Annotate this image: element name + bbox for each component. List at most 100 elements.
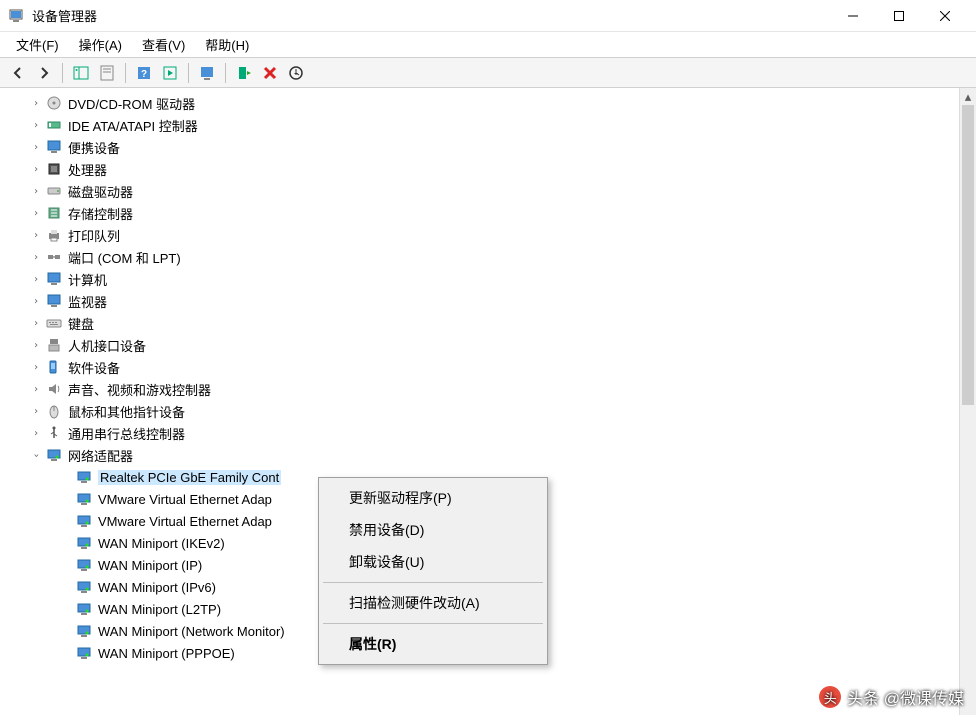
properties-button[interactable]	[95, 61, 119, 85]
tree-item-label: 监视器	[68, 292, 107, 311]
expander-icon[interactable]: ›	[30, 252, 42, 263]
tree-item[interactable]: ›人机接口设备	[0, 334, 959, 356]
net-icon	[76, 579, 92, 595]
net-icon	[76, 469, 92, 485]
tree-item[interactable]: › 计算机	[0, 268, 959, 290]
tree-item[interactable]: › IDE ATA/ATAPI 控制器	[0, 114, 959, 136]
ctx-disable-device[interactable]: 禁用设备(D)	[321, 514, 545, 546]
scroll-thumb[interactable]	[962, 105, 974, 405]
ctx-scan-hardware[interactable]: 扫描检测硬件改动(A)	[321, 587, 545, 619]
tree-item[interactable]: ›键盘	[0, 312, 959, 334]
forward-button[interactable]	[32, 61, 56, 85]
ctx-separator	[323, 623, 543, 624]
hid-icon	[46, 337, 62, 353]
net-icon	[76, 601, 92, 617]
ctx-update-driver[interactable]: 更新驱动程序(P)	[321, 482, 545, 514]
action-button[interactable]	[158, 61, 182, 85]
tree-item-network[interactable]: › 网络适配器	[0, 444, 959, 466]
monitor-icon	[46, 271, 62, 287]
mouse-icon	[46, 403, 62, 419]
tree-item-label: WAN Miniport (IP)	[98, 558, 202, 573]
toolbar-separator	[225, 63, 226, 83]
scroll-up-arrow[interactable]: ▴	[960, 88, 976, 105]
tree-item-label: 计算机	[68, 270, 107, 289]
keyboard-icon	[46, 315, 62, 331]
expander-icon[interactable]: ›	[30, 230, 42, 241]
enable-device-button[interactable]	[232, 61, 256, 85]
storage-icon	[46, 205, 62, 221]
tree-item[interactable]: › 磁盘驱动器	[0, 180, 959, 202]
tree-item-label: IDE ATA/ATAPI 控制器	[68, 116, 198, 135]
expander-icon[interactable]: ›	[30, 384, 42, 395]
expander-icon[interactable]: ›	[30, 164, 42, 175]
show-hide-tree-button[interactable]	[69, 61, 93, 85]
net-icon	[76, 535, 92, 551]
expander-icon[interactable]: ›	[30, 274, 42, 285]
tree-item-label: 通用串行总线控制器	[68, 424, 185, 443]
net-icon	[76, 557, 92, 573]
tree-item[interactable]: › 存储控制器	[0, 202, 959, 224]
tree-item[interactable]: › 鼠标和其他指针设备	[0, 400, 959, 422]
tree-item[interactable]: › 端口 (COM 和 LPT)	[0, 246, 959, 268]
tree-item[interactable]: › 通用串行总线控制器	[0, 422, 959, 444]
disc-icon	[46, 95, 62, 111]
back-button[interactable]	[6, 61, 30, 85]
expander-icon[interactable]: ›	[30, 98, 42, 109]
tree-item-label: VMware Virtual Ethernet Adap	[98, 492, 272, 507]
tree-item[interactable]: ›DVD/CD-ROM 驱动器	[0, 92, 959, 114]
expander-icon[interactable]: ›	[30, 340, 42, 351]
tree-item-label: WAN Miniport (IKEv2)	[98, 536, 225, 551]
tree-item-label: 网络适配器	[68, 446, 133, 465]
tree-item[interactable]: › 监视器	[0, 290, 959, 312]
expander-icon[interactable]: ›	[30, 406, 42, 417]
expander-icon[interactable]: ›	[30, 186, 42, 197]
expander-icon[interactable]: ›	[31, 449, 42, 461]
ctx-properties[interactable]: 属性(R)	[321, 628, 545, 660]
printer-icon	[46, 227, 62, 243]
close-button[interactable]	[922, 0, 968, 32]
expander-icon[interactable]: ›	[30, 428, 42, 439]
tree-item[interactable]: › 软件设备	[0, 356, 959, 378]
menu-view[interactable]: 查看(V)	[134, 33, 193, 56]
titlebar: 设备管理器	[0, 0, 976, 32]
expander-icon[interactable]: ›	[30, 120, 42, 131]
menu-file[interactable]: 文件(F)	[8, 33, 67, 56]
toolbar-separator	[62, 63, 63, 83]
expander-icon[interactable]: ›	[30, 318, 42, 329]
menu-help[interactable]: 帮助(H)	[197, 33, 257, 56]
scan-button[interactable]	[284, 61, 308, 85]
uninstall-button[interactable]	[258, 61, 282, 85]
vertical-scrollbar[interactable]: ▴	[959, 88, 976, 715]
help-button[interactable]: ?	[132, 61, 156, 85]
tree-item-label: 端口 (COM 和 LPT)	[68, 248, 181, 267]
tree-item-label: VMware Virtual Ethernet Adap	[98, 514, 272, 529]
ctx-uninstall-device[interactable]: 卸载设备(U)	[321, 546, 545, 578]
update-driver-button[interactable]	[195, 61, 219, 85]
tree-item[interactable]: ›便携设备	[0, 136, 959, 158]
tree-item-label: 打印队列	[68, 226, 120, 245]
monitor-icon	[46, 139, 62, 155]
maximize-button[interactable]	[876, 0, 922, 32]
tree-item-label: 磁盘驱动器	[68, 182, 133, 201]
tree-item-label: 鼠标和其他指针设备	[68, 402, 185, 421]
toolbar-separator	[188, 63, 189, 83]
expander-icon[interactable]: ›	[30, 296, 42, 307]
expander-icon[interactable]: ›	[30, 142, 42, 153]
tree-item[interactable]: › 打印队列	[0, 224, 959, 246]
tree-item-label: 存储控制器	[68, 204, 133, 223]
tree-item[interactable]: ›声音、视频和游戏控制器	[0, 378, 959, 400]
net-icon	[76, 623, 92, 639]
context-menu: 更新驱动程序(P) 禁用设备(D) 卸载设备(U) 扫描检测硬件改动(A) 属性…	[318, 477, 548, 665]
menu-action[interactable]: 操作(A)	[71, 33, 130, 56]
svg-text:?: ?	[141, 69, 147, 80]
audio-icon	[46, 381, 62, 397]
minimize-button[interactable]	[830, 0, 876, 32]
expander-icon[interactable]: ›	[30, 208, 42, 219]
tree-item[interactable]: ›处理器	[0, 158, 959, 180]
usb-icon	[46, 425, 62, 441]
tree-item-label: Realtek PCIe GbE Family Cont	[98, 470, 281, 485]
menubar: 文件(F) 操作(A) 查看(V) 帮助(H)	[0, 32, 976, 58]
expander-icon[interactable]: ›	[30, 362, 42, 373]
tree-item-label: 软件设备	[68, 358, 120, 377]
toolbar-separator	[125, 63, 126, 83]
